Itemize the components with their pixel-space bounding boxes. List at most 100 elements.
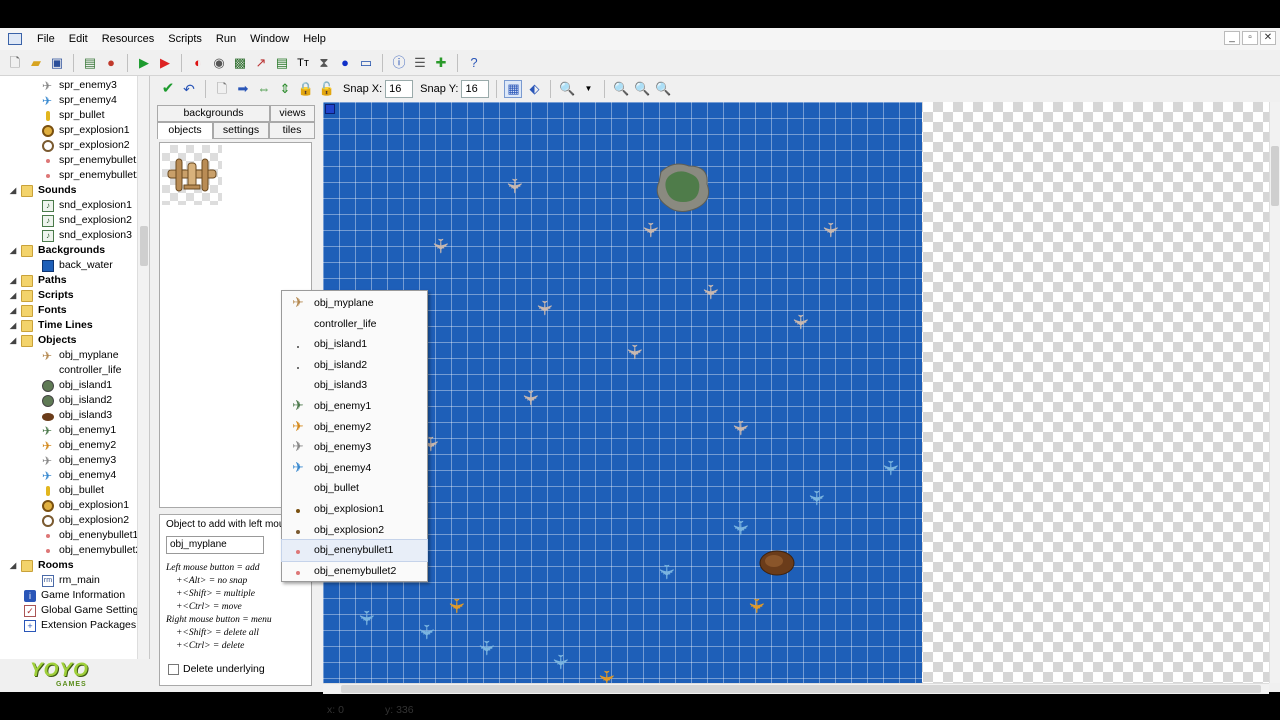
context-menu-item[interactable]: obj_explosion1 [282, 499, 427, 520]
chevron-down-icon[interactable]: ▼ [579, 80, 597, 98]
context-menu-item[interactable]: obj_enemybullet2 [282, 561, 427, 582]
tree-item[interactable]: ✓ Global Game Settings [24, 603, 144, 618]
tree-folder[interactable]: ◢ Objects [10, 333, 77, 348]
help-icon[interactable]: ? [465, 54, 483, 72]
context-menu-item[interactable]: obj_island2 [282, 355, 427, 376]
context-menu-item[interactable]: obj_explosion2 [282, 520, 427, 541]
extension-icon[interactable]: ✚ [432, 54, 450, 72]
plane-blue-icon[interactable]: ✈ [654, 564, 676, 581]
sprite-icon[interactable]: ◐ [189, 54, 207, 72]
context-menu-item[interactable]: controller_life [282, 314, 427, 335]
vertical-scrollbar[interactable] [1269, 102, 1280, 683]
game-info-icon[interactable]: ⓘ [390, 54, 408, 72]
tree-folder[interactable]: ◢ Backgrounds [10, 243, 105, 258]
menu-run[interactable]: Run [209, 28, 243, 50]
tree-item[interactable]: ✈ obj_myplane [42, 348, 119, 363]
save-icon[interactable]: ▣ [48, 54, 66, 72]
context-menu-item[interactable]: ✈ obj_myplane [282, 293, 427, 314]
lock-instances-icon[interactable]: 🔒 [297, 80, 315, 98]
background-icon[interactable]: ▩ [231, 54, 249, 72]
scrollbar-thumb[interactable] [341, 685, 1261, 693]
expand-triangle-icon[interactable]: ◢ [10, 273, 18, 288]
zoom-reset-icon[interactable]: 🔍 [633, 80, 651, 98]
plane-enemy-icon[interactable]: ✈ [818, 222, 840, 239]
zoom-in-icon[interactable]: 🔍 [654, 80, 672, 98]
tree-item[interactable]: spr_enemybullet1 [42, 153, 142, 168]
font-icon[interactable]: Tт [294, 54, 312, 72]
isometric-grid-icon[interactable]: ⬖ [525, 80, 543, 98]
sort-horizontal-icon[interactable]: ⇔ [255, 80, 273, 98]
tree-item[interactable]: obj_island3 [42, 408, 112, 423]
run-icon[interactable]: ▶ [135, 54, 153, 72]
clear-room-icon[interactable]: 🗋 [213, 80, 231, 98]
object-icon[interactable]: ● [336, 54, 354, 72]
open-folder-icon[interactable]: ▰ [27, 54, 45, 72]
tree-item[interactable]: ♪ snd_explosion1 [42, 198, 132, 213]
checkbox-box[interactable] [168, 663, 179, 675]
expand-triangle-icon[interactable]: ◢ [10, 333, 18, 348]
tree-item[interactable]: ✈ obj_enemy2 [42, 438, 116, 453]
close-button[interactable]: ✕ [1260, 31, 1276, 45]
minimize-button[interactable]: _ [1224, 31, 1240, 45]
plane-enemy-icon[interactable]: ✈ [428, 238, 450, 255]
unlock-instances-icon[interactable]: 🔓 [318, 80, 336, 98]
snap-y-input[interactable]: 16 [461, 80, 490, 98]
sort-vertical-icon[interactable]: ⇕ [276, 80, 294, 98]
plane-blue-icon[interactable]: ✈ [548, 654, 570, 671]
script-icon[interactable]: ▤ [273, 54, 291, 72]
plane-blue-icon[interactable]: ✈ [804, 490, 826, 507]
context-menu-item[interactable]: ✈ obj_enemy3 [282, 437, 427, 458]
delete-underlying-checkbox[interactable]: Delete underlying [168, 663, 265, 675]
menu-file[interactable]: File [30, 28, 62, 50]
horizontal-scrollbar[interactable] [323, 683, 1269, 694]
tree-folder[interactable]: ◢ Sounds [10, 183, 77, 198]
tree-item[interactable]: obj_island2 [42, 393, 112, 408]
selected-object-field[interactable]: obj_myplane [166, 536, 264, 554]
publish-icon[interactable]: ● [102, 54, 120, 72]
tab-settings[interactable]: settings [213, 122, 269, 139]
tree-scrollbar[interactable] [137, 76, 149, 659]
expand-triangle-icon[interactable]: ◢ [10, 243, 18, 258]
tree-item[interactable]: back_water [42, 258, 113, 273]
undo-icon[interactable]: ↶ [180, 80, 198, 98]
tree-item[interactable]: obj_enemybullet2 [42, 543, 141, 558]
tree-folder[interactable]: ◢ Fonts [10, 303, 67, 318]
scrollbar-thumb[interactable] [1271, 146, 1279, 206]
room-canvas[interactable]: ✈ ✈ ✈ ✈ ✈ ✈ ✈ ✈ ✈ ✈ ✈ ✈ ✈ ✈ ✈ ✈ ✈ ✈ ✈ ✈ ✈ ✈ [323, 102, 1269, 683]
plane-enemy-icon[interactable]: ✈ [518, 390, 540, 407]
plane-enemy-icon[interactable]: ✈ [698, 284, 720, 301]
tree-item[interactable]: + Extension Packages [24, 618, 136, 633]
plane-enemy-icon[interactable]: ✈ [622, 344, 644, 361]
scrollbar-thumb[interactable] [140, 226, 148, 266]
sound-icon[interactable]: ◉ [210, 54, 228, 72]
plane-orange-icon[interactable]: ✈ [444, 598, 466, 615]
expand-triangle-icon[interactable]: ◢ [10, 288, 18, 303]
context-menu-item[interactable]: obj_bullet [282, 478, 427, 499]
plane-orange-icon[interactable]: ✈ [594, 670, 616, 683]
plane-enemy-icon[interactable]: ✈ [638, 222, 660, 239]
plane-enemy-icon[interactable]: ✈ [502, 178, 524, 195]
view-options-icon[interactable]: 🔍 [558, 80, 576, 98]
plane-blue-icon[interactable]: ✈ [354, 610, 376, 627]
tree-item[interactable]: rm rm_main [42, 573, 100, 588]
context-menu-item[interactable]: obj_island1 [282, 334, 427, 355]
tree-item[interactable]: ✈ spr_enemy3 [42, 78, 117, 93]
tree-folder[interactable]: ◢ Time Lines [10, 318, 93, 333]
plane-orange-icon[interactable]: ✈ [744, 598, 766, 615]
tree-item[interactable]: ✈ spr_enemy4 [42, 93, 117, 108]
tab-views[interactable]: views [270, 105, 315, 122]
expand-triangle-icon[interactable]: ◢ [10, 183, 18, 198]
menu-edit[interactable]: Edit [62, 28, 95, 50]
plane-enemy-icon[interactable]: ✈ [728, 420, 750, 437]
plane-blue-icon[interactable]: ✈ [414, 624, 436, 641]
zoom-out-icon[interactable]: 🔍 [612, 80, 630, 98]
tree-item[interactable]: controller_life [42, 363, 121, 378]
tree-item[interactable]: spr_explosion2 [42, 138, 130, 153]
context-menu-item[interactable]: ✈ obj_enemy2 [282, 417, 427, 438]
tree-item[interactable]: obj_island1 [42, 378, 112, 393]
global-settings-icon[interactable]: ☰ [411, 54, 429, 72]
tree-item[interactable]: obj_enenybullet1 [42, 528, 138, 543]
menu-window[interactable]: Window [243, 28, 296, 50]
expand-triangle-icon[interactable]: ◢ [10, 558, 18, 573]
path-icon[interactable]: ↗ [252, 54, 270, 72]
